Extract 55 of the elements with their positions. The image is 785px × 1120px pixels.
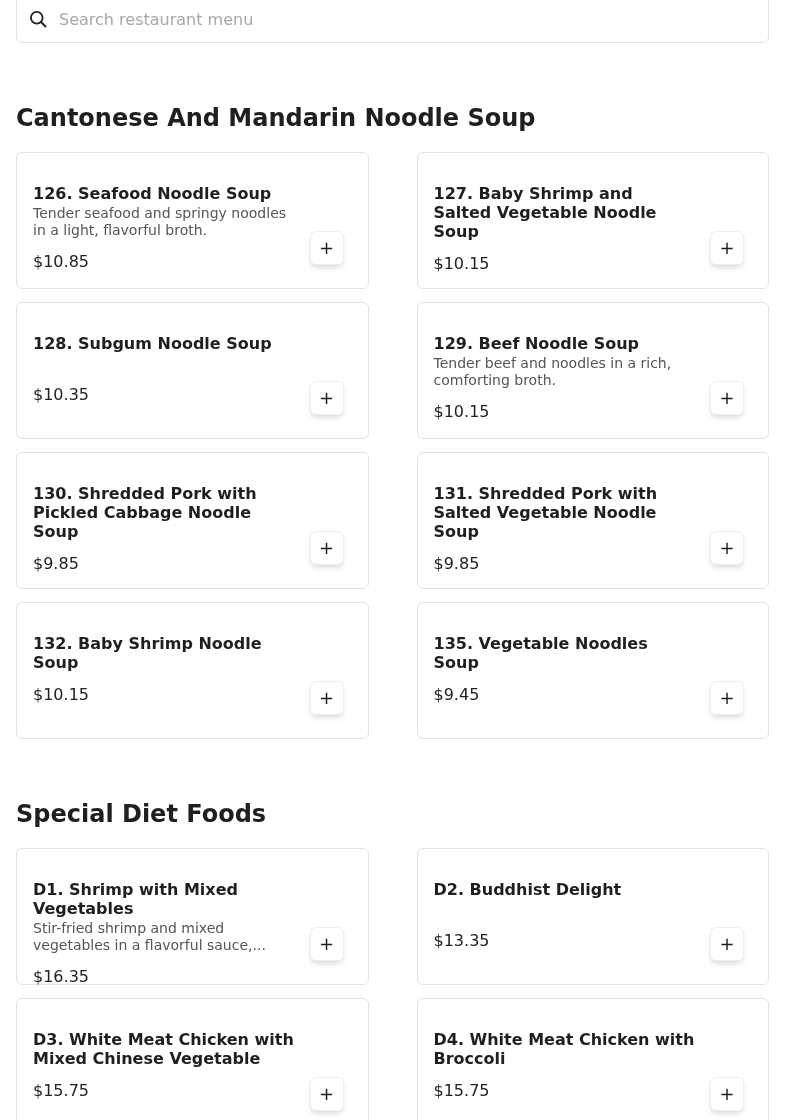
item-name: 135. Vegetable Noodles Soup (433, 634, 649, 672)
add-button[interactable]: + (710, 231, 744, 265)
menu-item-card[interactable]: D4. White Meat Chicken with Broccoli $15.75 + (416, 998, 769, 1120)
add-button[interactable]: + (309, 531, 344, 565)
menu-item-card[interactable]: 132. Baby Shrimp Noodle Soup $10.15 + (16, 602, 369, 739)
add-button[interactable]: + (710, 531, 744, 565)
add-button[interactable]: + (710, 1077, 744, 1111)
add-button[interactable]: + (309, 927, 344, 961)
item-price: $10.15 (433, 402, 491, 421)
search-icon (28, 9, 48, 29)
item-description: Tender beef and noodles in a rich, comforting broth. (433, 355, 673, 389)
item-name: 128. Subgum Noodle Soup (33, 334, 273, 353)
item-price: $10.85 (33, 252, 90, 271)
item-price: $15.75 (433, 1081, 491, 1100)
item-price: $9.85 (433, 554, 481, 573)
section-heading: Cantonese And Mandarin Noodle Soup (16, 103, 537, 133)
item-name: D2. Buddhist Delight (433, 880, 623, 899)
item-name: 129. Beef Noodle Soup (433, 334, 641, 353)
item-name: 127. Baby Shrimp and Salted Vegetable Noodle Soup (433, 184, 658, 241)
add-button[interactable]: + (710, 927, 744, 961)
item-price: $13.35 (433, 931, 491, 950)
menu-item-card[interactable]: D1. Shrimp with Mixed Vegetables Stir-fried shrimp and mixed vegetables in a flavorful sauce,... $16.35 + (16, 848, 369, 985)
item-price: $16.35 (33, 967, 90, 986)
item-price: $10.35 (33, 385, 90, 404)
item-name: 126. Seafood Noodle Soup (33, 184, 273, 203)
item-name: D1. Shrimp with Mixed Vegetables (33, 880, 239, 918)
item-description: Tender seafood and springy noodles in a light, flavorful broth. (33, 205, 288, 239)
add-button[interactable]: + (710, 381, 744, 415)
menu-item-card[interactable]: 128. Subgum Noodle Soup $10.35 + (16, 302, 369, 439)
item-price: $9.45 (433, 685, 481, 704)
menu-item-card[interactable]: D2. Buddhist Delight $13.35 + (416, 848, 769, 985)
menu-item-card[interactable]: 130. Shredded Pork with Pickled Cabbage Noodle Soup $9.85 + (16, 452, 369, 589)
item-name: 130. Shredded Pork with Pickled Cabbage Noodle Soup (33, 484, 258, 541)
item-price: $15.75 (33, 1081, 90, 1100)
menu-item-card[interactable]: D3. White Meat Chicken with Mixed Chinese Vegetable $15.75 + (16, 998, 369, 1120)
menu-item-card[interactable]: 131. Shredded Pork with Salted Vegetable Noodle Soup $9.85 + (416, 452, 769, 589)
item-name: D3. White Meat Chicken with Mixed Chinese Vegetable (33, 1030, 294, 1068)
add-button[interactable]: + (309, 381, 344, 415)
search-field[interactable]: Search restaurant menu (16, 0, 769, 43)
item-price: $9.85 (33, 554, 80, 573)
add-button[interactable]: + (309, 231, 344, 265)
item-name: 132. Baby Shrimp Noodle Soup (33, 634, 263, 672)
add-button[interactable]: + (309, 1077, 344, 1111)
menu-item-card[interactable]: 129. Beef Noodle Soup Tender beef and noodles in a rich, comforting broth. $10.15 + (416, 302, 769, 439)
item-description: Stir-fried shrimp and mixed vegetables in a flavorful sauce,... (33, 920, 267, 954)
add-button[interactable]: + (710, 681, 744, 715)
item-name: D4. White Meat Chicken with Broccoli (433, 1030, 695, 1068)
menu-item-card[interactable]: 127. Baby Shrimp and Salted Vegetable Noodle Soup $10.15 + (416, 152, 769, 289)
item-name: 131. Shredded Pork with Salted Vegetable Noodle Soup (433, 484, 659, 541)
item-price: $10.15 (33, 685, 90, 704)
section-heading: Special Diet Foods (16, 799, 268, 829)
menu-item-card[interactable]: 135. Vegetable Noodles Soup $9.45 + (416, 602, 769, 739)
menu-item-card[interactable]: 126. Seafood Noodle Soup Tender seafood and springy noodles in a light, flavorful broth. $10.85 + (16, 152, 369, 289)
add-button[interactable]: + (309, 681, 344, 715)
item-price: $10.15 (433, 254, 491, 273)
